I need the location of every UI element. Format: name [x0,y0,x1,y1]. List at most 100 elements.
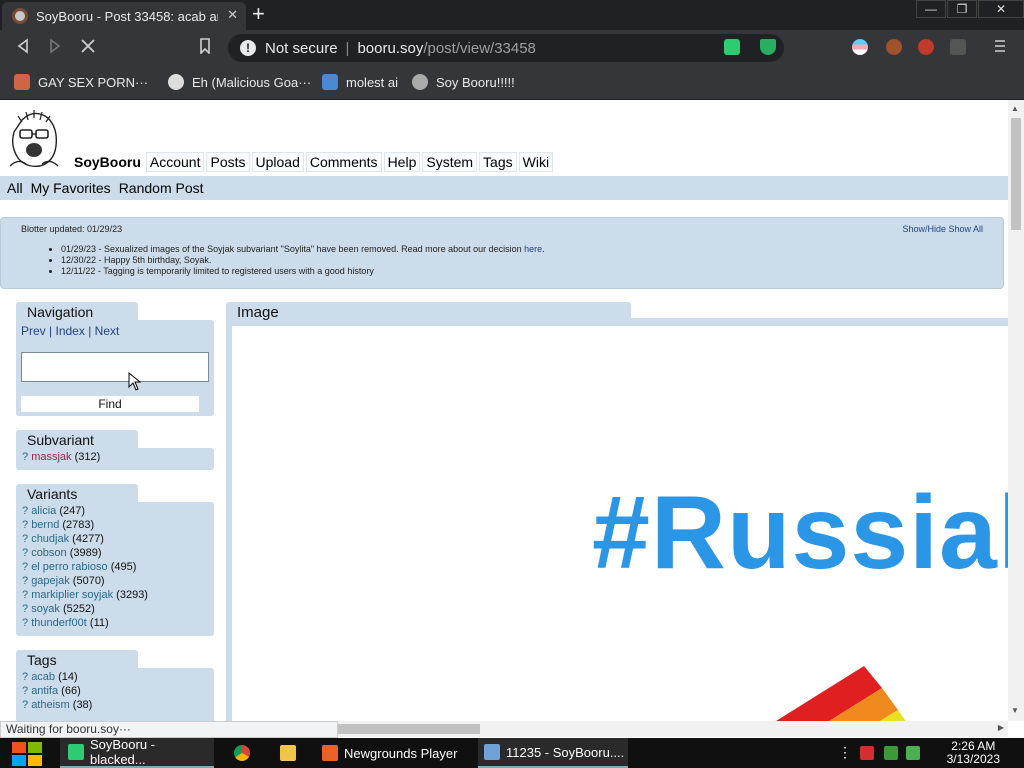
tag-help-link[interactable]: ? [22,589,28,601]
info-icon[interactable]: ! [240,40,256,56]
extension-icon[interactable] [950,39,966,55]
minimize-button[interactable]: — [916,0,946,18]
tag-link[interactable]: alicia [31,505,56,517]
bookmark-favicon-icon [412,74,428,90]
vertical-scrollbar[interactable]: ▲ ▼ [1008,100,1024,721]
tab-soybooru[interactable]: SoyBooru - Post 33458: acab an ✕ [2,2,246,30]
shield-icon[interactable] [760,39,776,55]
site-brand-link[interactable]: SoyBooru [71,152,144,172]
nav-posts[interactable]: Posts [206,152,250,172]
variant-row: ? gapejak (5070) [22,574,208,588]
scroll-up-icon[interactable]: ▲ [1011,104,1019,113]
tag-link[interactable]: thunderf00t [31,617,87,629]
divider: | [49,324,53,338]
tag-count: (247) [59,505,86,517]
tag-help-link[interactable]: ? [22,533,28,545]
nav-wiki[interactable]: Wiki [518,152,554,172]
windows-start-icon[interactable] [10,738,44,768]
tag-help-link[interactable]: ? [22,671,28,683]
bookmark-item[interactable]: Eh (Malicious Goa··· [168,74,311,90]
blotter-here-link[interactable]: here [524,244,542,254]
index-link[interactable]: Index [56,324,85,338]
subnav-random-post[interactable]: Random Post [119,180,204,196]
soyjak-logo[interactable] [4,108,64,172]
menu-icon[interactable] [994,38,1006,54]
blotter-toggle-link[interactable]: Show/Hide Show All [902,224,983,234]
avatar-extension-icon[interactable] [886,39,902,55]
subnav-all[interactable]: All [7,180,23,196]
tag-help-link[interactable]: ? [22,561,28,573]
close-window-button[interactable]: ✕ [978,0,1024,18]
flag-tray-icon[interactable] [860,746,874,760]
forward-icon[interactable] [48,38,62,54]
subnav-my-favorites[interactable]: My Favorites [31,180,111,196]
overflow-icon[interactable]: ⋮ [838,744,852,760]
address-bar[interactable]: ! Not secure | booru.soy /post/view/3345… [228,34,784,62]
tag-help-link[interactable]: ? [22,575,28,587]
bookmark-item[interactable]: GAY SEX PORN··· [14,74,148,90]
next-link[interactable]: Next [95,324,120,338]
bookmark-item[interactable]: Soy Booru!!!!! [412,74,515,90]
tag-link[interactable]: markiplier soyjak [31,589,113,601]
tag-help-link[interactable]: ? [22,547,28,559]
tag-help-link[interactable]: ? [22,519,28,531]
taskbar-item-chrome[interactable] [226,738,260,768]
nav-help[interactable]: Help [383,152,421,172]
find-button[interactable]: Find [21,396,199,412]
taskbar-item-soybooru-2[interactable]: 11235 - SoyBooru.... [478,738,628,768]
scrollbar-thumb[interactable] [1011,118,1021,230]
sub-nav: All My Favorites Random Post [0,176,1008,200]
volume-icon[interactable] [906,746,920,760]
taskbar-item-explorer[interactable] [272,738,306,768]
tag-help-link[interactable]: ? [22,699,28,711]
taskbar-item-newgrounds[interactable]: Newgrounds Player [316,738,470,768]
tag-link[interactable]: acab [31,671,55,683]
prev-link[interactable]: Prev [21,324,46,338]
blotter-entry-text: 01/29/23 - Sexualized images of the Soyj… [61,244,525,254]
security-label: Not secure [265,39,338,57]
tag-link[interactable]: antifa [31,685,58,697]
bookmark-item[interactable]: molest ai [322,74,398,90]
tag-help-link[interactable]: ? [22,505,28,517]
window-controls: — ❐ ✕ [915,0,1024,18]
close-tab-icon[interactable]: ✕ [227,7,238,23]
post-image[interactable]: #Russials [232,326,1008,721]
bookmark-favicon-icon [322,74,338,90]
nav-comments[interactable]: Comments [305,152,382,172]
tag-link[interactable]: bernd [31,519,59,531]
extension-icon[interactable] [724,39,740,55]
tag-help-link[interactable]: ? [22,685,28,697]
tag-count: (312) [74,451,101,463]
restore-button[interactable]: ❐ [947,0,977,18]
taskbar-item-soybooru[interactable]: SoyBooru - blacked... [60,737,214,768]
flag-extension-icon[interactable] [852,39,868,55]
search-input[interactable] [21,352,209,382]
back-icon[interactable] [16,38,30,54]
tag-help-link[interactable]: ? [22,617,28,629]
network-icon[interactable] [884,746,898,760]
divider: | [345,39,350,57]
nav-tags[interactable]: Tags [479,152,517,172]
scroll-right-icon[interactable]: ▶ [998,723,1004,732]
tag-link[interactable]: cobson [31,547,66,559]
tag-link[interactable]: el perro rabioso [31,561,107,573]
tag-link[interactable]: gapejak [31,575,70,587]
new-tab-button[interactable]: + [252,3,265,25]
tag-help-link[interactable]: ? [22,451,28,463]
ublock-icon[interactable] [918,39,934,55]
tag-link[interactable]: chudjak [31,533,69,545]
tag-link[interactable]: massjak [31,451,71,463]
variant-row: ? markiplier soyjak (3293) [22,588,208,602]
system-clock[interactable]: 2:26 AM 3/13/2023 [947,740,1000,766]
bookmark-icon[interactable] [198,38,212,54]
tag-help-link[interactable]: ? [22,603,28,615]
tag-link[interactable]: soyak [31,603,60,615]
tag-link[interactable]: atheism [31,699,70,711]
blotter-entry: 12/30/22 - Happy 5th birthday, Soyak. [61,255,545,266]
tag-count: (495) [110,561,137,573]
nav-account[interactable]: Account [145,152,205,172]
nav-upload[interactable]: Upload [251,152,304,172]
nav-system[interactable]: System [422,152,478,172]
stop-loading-icon[interactable] [80,38,96,54]
scroll-down-icon[interactable]: ▼ [1011,706,1019,715]
